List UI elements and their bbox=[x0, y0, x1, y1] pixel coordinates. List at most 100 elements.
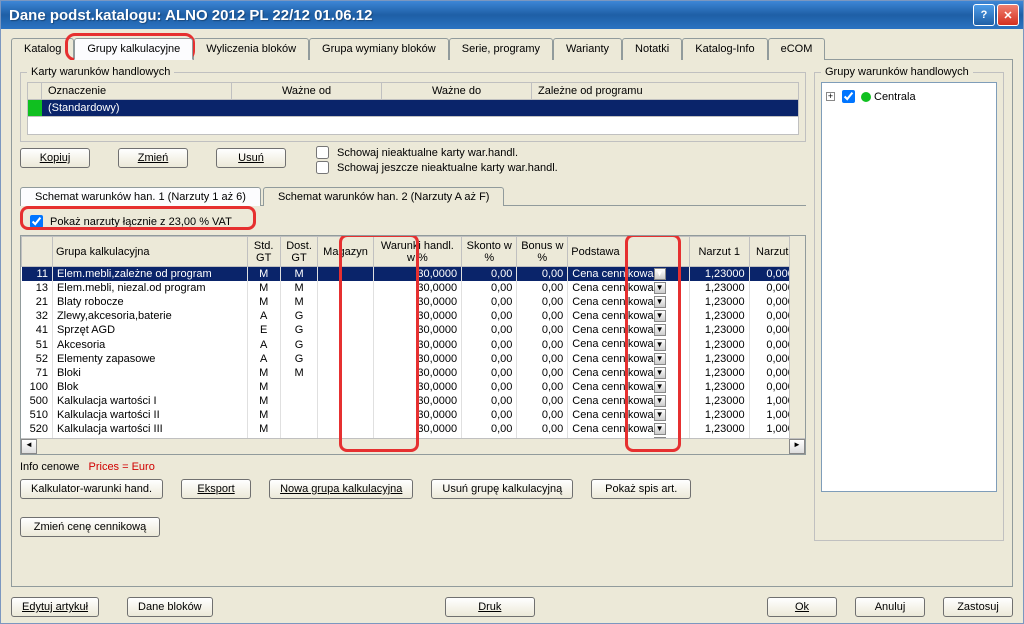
tabs: Katalog Grupy kalkulacyjne Wyliczenia bl… bbox=[11, 37, 1013, 60]
sub-tabs: Schemat warunków han. 1 (Narzuty 1 aż 6)… bbox=[20, 186, 806, 205]
dropdown-icon[interactable]: ▼ bbox=[654, 353, 666, 365]
delete-button[interactable]: Usuń bbox=[216, 148, 286, 168]
table-row[interactable]: 100BlokM30,00000,000,00Cena cennikowa▼1,… bbox=[22, 380, 805, 394]
dropdown-icon[interactable]: ▼ bbox=[654, 268, 666, 280]
tree-body[interactable]: + Centrala bbox=[821, 82, 997, 492]
edit-button[interactable]: Zmień bbox=[118, 148, 188, 168]
dropdown-icon[interactable]: ▼ bbox=[654, 409, 666, 421]
grid-col-warunki[interactable]: Warunki handl. w % bbox=[373, 237, 461, 267]
cards-table[interactable]: Oznaczenie Ważne od Ważne do Zależne od … bbox=[27, 82, 799, 135]
hide-outdated2-label: Schowaj jeszcze nieaktualne karty war.ha… bbox=[337, 162, 558, 174]
scroll-right-button[interactable]: ► bbox=[789, 439, 805, 454]
grid-col-skonto[interactable]: Skonto w % bbox=[462, 237, 517, 267]
tab-panel: Karty warunków handlowych Oznaczenie Waż… bbox=[11, 60, 1013, 587]
vat-label: Pokaż narzuty łącznie z 23,00 % VAT bbox=[50, 216, 232, 228]
price-info-label: Info cenowe bbox=[20, 461, 79, 473]
dropdown-icon[interactable]: ▼ bbox=[654, 395, 666, 407]
copy-button[interactable]: Kopiuj bbox=[20, 148, 90, 168]
tab-wyliczenia-blokow[interactable]: Wyliczenia bloków bbox=[193, 38, 309, 60]
table-row[interactable]: 51AkcesoriaAG30,00000,000,00Cena cenniko… bbox=[22, 337, 805, 351]
tree-item-centrala[interactable]: + Centrala bbox=[826, 87, 992, 106]
calc-grid[interactable]: Grupa kalkulacyjna Std. GT Dost. GT Maga… bbox=[20, 235, 806, 455]
grid-col-stdgt[interactable]: Std. GT bbox=[247, 237, 280, 267]
calculator-button[interactable]: Kalkulator-warunki hand. bbox=[20, 479, 163, 499]
tab-katalog[interactable]: Katalog bbox=[11, 38, 74, 60]
table-row[interactable]: 21Blaty roboczeMM30,00000,000,00Cena cen… bbox=[22, 295, 805, 309]
vertical-scrollbar[interactable] bbox=[789, 236, 805, 438]
cancel-button[interactable]: Anuluj bbox=[855, 597, 925, 617]
table-row[interactable]: 71BlokiMM30,00000,000,00Cena cennikowa▼1… bbox=[22, 366, 805, 380]
cards-fieldset: Karty warunków handlowych Oznaczenie Waż… bbox=[20, 66, 806, 142]
table-row[interactable]: 500Kalkulacja wartości IM30,00000,000,00… bbox=[22, 394, 805, 408]
cards-col-wazneod[interactable]: Ważne od bbox=[232, 83, 382, 100]
price-info-value: Prices = Euro bbox=[89, 461, 155, 473]
hide-outdated-label: Schowaj nieaktualne karty war.handl. bbox=[337, 147, 518, 159]
grid-col-podstawa[interactable]: Podstawa bbox=[568, 237, 690, 267]
table-row[interactable]: 13Elem.mebli, niezal.od programMM30,0000… bbox=[22, 281, 805, 295]
scroll-left-button[interactable]: ◄ bbox=[21, 439, 37, 454]
hide-outdated-checkbox[interactable] bbox=[316, 146, 329, 159]
vat-checkbox[interactable] bbox=[30, 215, 43, 228]
tree-fieldset: Grupy warunków handlowych + Centrala bbox=[814, 66, 1004, 541]
tab-grupa-wymiany-blokow[interactable]: Grupa wymiany bloków bbox=[309, 38, 449, 60]
close-button[interactable]: ✕ bbox=[997, 4, 1019, 26]
dropdown-icon[interactable]: ▼ bbox=[654, 324, 666, 336]
ok-button[interactable]: Ok bbox=[767, 597, 837, 617]
dropdown-icon[interactable]: ▼ bbox=[654, 296, 666, 308]
dropdown-icon[interactable]: ▼ bbox=[654, 282, 666, 294]
tab-ecom[interactable]: eCOM bbox=[768, 38, 826, 60]
window: Dane podst.katalogu: ALNO 2012 PL 22/12 … bbox=[0, 0, 1024, 624]
cards-col-waznedo[interactable]: Ważne do bbox=[382, 83, 532, 100]
status-green-icon bbox=[861, 92, 871, 102]
apply-button[interactable]: Zastosuj bbox=[943, 597, 1013, 617]
cards-legend: Karty warunków handlowych bbox=[27, 66, 174, 78]
hide-outdated2-checkbox[interactable] bbox=[316, 161, 329, 174]
tree-item-label: Centrala bbox=[874, 91, 916, 103]
cards-row-selected[interactable]: (Standardowy) bbox=[28, 100, 799, 117]
dropdown-icon[interactable]: ▼ bbox=[654, 381, 666, 393]
table-row[interactable]: 52Elementy zapasoweAG30,00000,000,00Cena… bbox=[22, 352, 805, 366]
edit-article-button[interactable]: Edytuj artykuł bbox=[11, 597, 99, 617]
change-price-button[interactable]: Zmień cenę cennikową bbox=[20, 517, 160, 537]
table-row[interactable]: 520Kalkulacja wartości IIIM30,00000,000,… bbox=[22, 422, 805, 436]
subtab-schema2[interactable]: Schemat warunków han. 2 (Narzuty A aż F) bbox=[263, 187, 505, 206]
dropdown-icon[interactable]: ▼ bbox=[654, 423, 666, 435]
table-row[interactable]: 32Zlewy,akcesoria,baterieAG30,00000,000,… bbox=[22, 309, 805, 323]
table-row[interactable]: 41Sprzęt AGDEG30,00000,000,00Cena cennik… bbox=[22, 323, 805, 337]
tab-notatki[interactable]: Notatki bbox=[622, 38, 682, 60]
new-group-button[interactable]: Nowa grupa kalkulacyjna bbox=[269, 479, 413, 499]
dropdown-icon[interactable]: ▼ bbox=[654, 367, 666, 379]
cards-row-label: (Standardowy) bbox=[42, 100, 126, 116]
horizontal-scrollbar[interactable]: ◄ ► bbox=[21, 438, 805, 454]
grid-col-dostgt[interactable]: Dost. GT bbox=[280, 237, 318, 267]
window-title: Dane podst.katalogu: ALNO 2012 PL 22/12 … bbox=[5, 7, 971, 24]
cards-col-oznaczenie[interactable]: Oznaczenie bbox=[42, 83, 232, 100]
tab-warianty[interactable]: Warianty bbox=[553, 38, 622, 60]
titlebar: Dane podst.katalogu: ALNO 2012 PL 22/12 … bbox=[1, 1, 1023, 29]
grid-col-id[interactable] bbox=[22, 237, 53, 267]
subtab-schema1[interactable]: Schemat warunków han. 1 (Narzuty 1 aż 6) bbox=[20, 187, 261, 206]
delete-group-button[interactable]: Usuń grupę kalkulacyjną bbox=[431, 479, 573, 499]
cards-col-zalezne[interactable]: Zależne od programu bbox=[532, 83, 799, 100]
footer: Edytuj artykuł Dane bloków Druk Ok Anulu… bbox=[1, 593, 1023, 623]
block-data-button[interactable]: Dane bloków bbox=[127, 597, 213, 617]
tree-expand-icon[interactable]: + bbox=[826, 92, 835, 101]
show-articles-button[interactable]: Pokaż spis art. bbox=[591, 479, 691, 499]
export-button[interactable]: Eksport bbox=[181, 479, 251, 499]
dropdown-icon[interactable]: ▼ bbox=[654, 339, 666, 351]
grid-col-grupa[interactable]: Grupa kalkulacyjna bbox=[52, 237, 247, 267]
grid-col-bonus[interactable]: Bonus w % bbox=[517, 237, 568, 267]
grid-col-narzut1[interactable]: Narzut 1 bbox=[689, 237, 749, 267]
tree-item-checkbox[interactable] bbox=[842, 90, 855, 103]
tab-grupy-kalkulacyjne[interactable]: Grupy kalkulacyjne bbox=[74, 38, 193, 60]
table-row[interactable]: 11Elem.mebli,zależne od programMM30,0000… bbox=[22, 267, 805, 282]
tree-legend: Grupy warunków handlowych bbox=[821, 66, 973, 78]
dropdown-icon[interactable]: ▼ bbox=[654, 310, 666, 322]
print-button[interactable]: Druk bbox=[445, 597, 535, 617]
status-green-icon bbox=[28, 100, 42, 116]
grid-col-magazyn[interactable]: Magazyn bbox=[318, 237, 373, 267]
tab-katalog-info[interactable]: Katalog-Info bbox=[682, 38, 767, 60]
help-button[interactable]: ? bbox=[973, 4, 995, 26]
tab-serie-programy[interactable]: Serie, programy bbox=[449, 38, 553, 60]
table-row[interactable]: 510Kalkulacja wartości IIM30,00000,000,0… bbox=[22, 408, 805, 422]
